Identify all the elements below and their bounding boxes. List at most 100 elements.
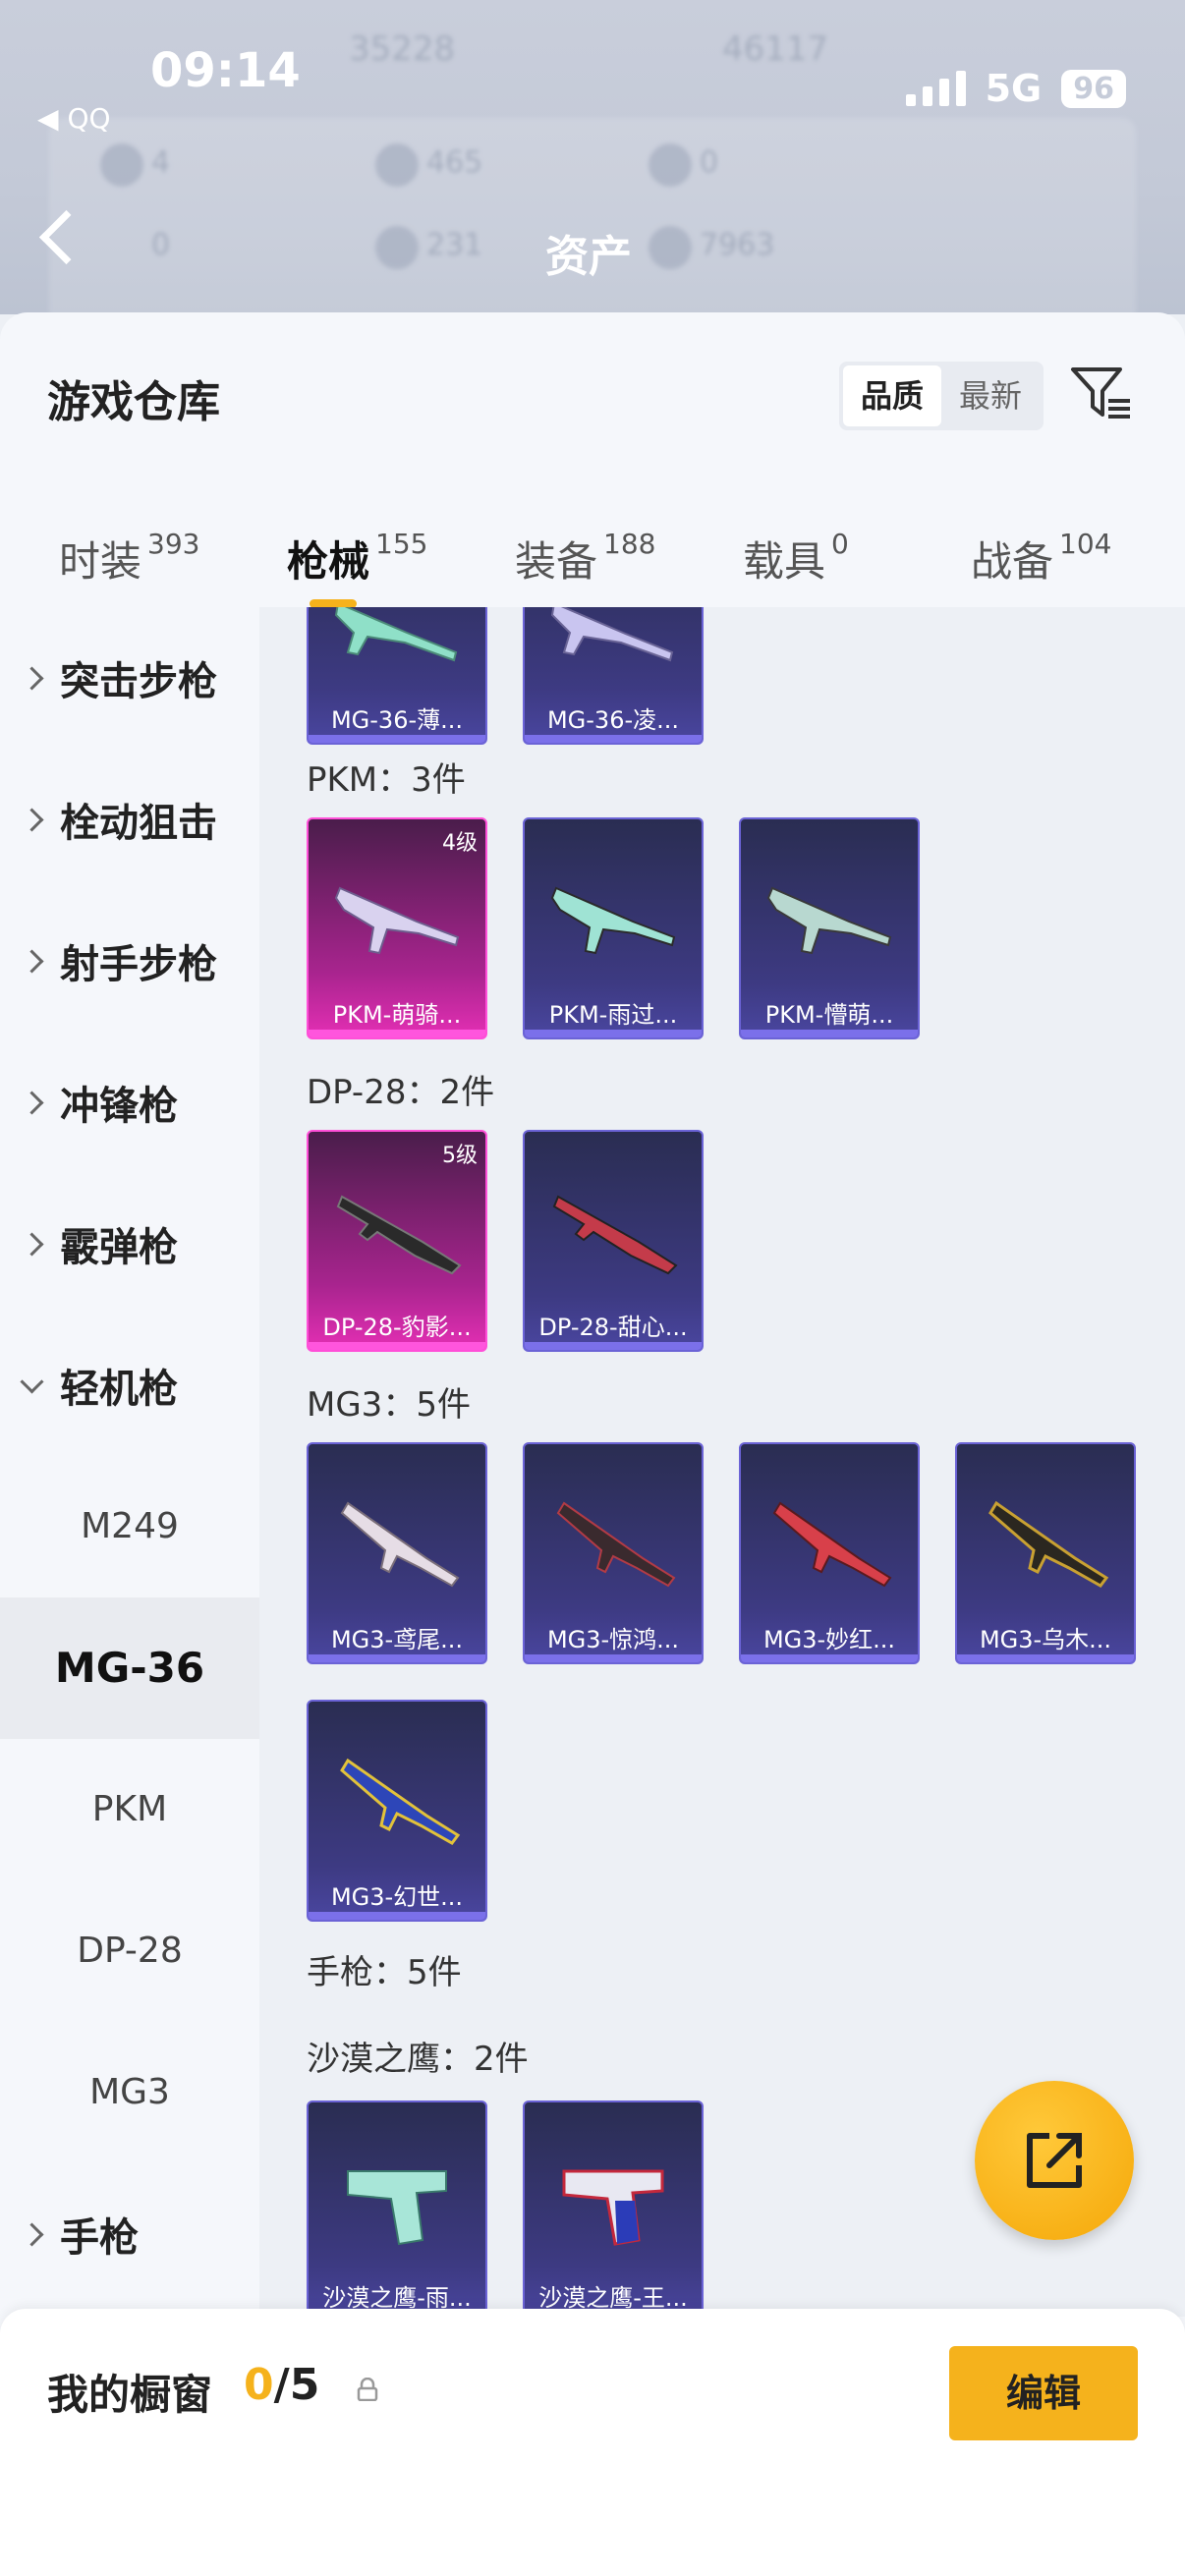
sidebar-item-label: 轻机枪: [60, 1367, 178, 1412]
group-title: 沙漠之鹰：2件: [307, 2040, 529, 2079]
sort-quality-button[interactable]: 品质: [843, 365, 941, 426]
machine-gun-icon: [334, 886, 460, 955]
asset-icon: [100, 143, 143, 187]
blurred-stat: 4: [151, 145, 171, 180]
back-to-app[interactable]: ◀ QQ: [37, 102, 111, 135]
tab-guns[interactable]: 枪械 155: [287, 528, 428, 588]
sidebar-subitem-mg3[interactable]: MG3: [0, 2022, 259, 2163]
pistol-icon: [347, 2170, 447, 2246]
weapon-card[interactable]: 4级 PKM-萌骑...: [307, 817, 487, 1039]
sidebar-subitem-pkm[interactable]: PKM: [0, 1739, 259, 1880]
machine-gun-icon: [552, 1195, 678, 1275]
tab-count: 155: [375, 528, 428, 560]
weapon-card[interactable]: MG3-乌木...: [955, 1442, 1136, 1664]
sidebar-item-lmg[interactable]: 轻机枪: [0, 1315, 259, 1456]
card-footer: [309, 735, 485, 743]
weapon-card[interactable]: 沙漠之鹰-王...: [523, 2100, 704, 2317]
sidebar-item-assault-rifle[interactable]: 突击步枪: [0, 607, 259, 749]
asset-icon: [649, 143, 692, 187]
weapon-card[interactable]: DP-28-甜心...: [523, 1130, 704, 1352]
warehouse-sheet: 游戏仓库 品质 最新 时装 393 枪械 155 装备 188 载具 0 战备 104 突…: [0, 312, 1185, 2576]
weapon-card[interactable]: MG-36-薄...: [307, 607, 487, 745]
blurred-stat: 0: [151, 228, 171, 262]
weapon-card[interactable]: 沙漠之鹰-雨...: [307, 2100, 487, 2317]
group-title: PKM：3件: [307, 760, 466, 800]
card-footer: [957, 1654, 1134, 1662]
sidebar-item-smg[interactable]: 冲锋枪: [0, 1032, 259, 1173]
sidebar-subitem-m249[interactable]: M249: [0, 1456, 259, 1597]
weapon-card[interactable]: MG3-惊鸿...: [523, 1442, 704, 1664]
weapon-card[interactable]: MG3-鸢尾...: [307, 1442, 487, 1664]
sidebar-item-label: 手枪: [60, 2215, 139, 2261]
weapon-card[interactable]: MG3-幻世...: [307, 1700, 487, 1922]
blurred-stat: 46117: [722, 29, 829, 69]
level-badge: 4级: [442, 831, 478, 856]
sort-toggle: 品质 最新: [839, 362, 1044, 430]
tab-equipment[interactable]: 装备 188: [515, 528, 656, 588]
lock-icon: [357, 2378, 378, 2401]
weapon-card[interactable]: MG3-妙红...: [739, 1442, 920, 1664]
sidebar-item-pistol[interactable]: 手枪: [0, 2163, 259, 2305]
tab-count: 188: [603, 528, 656, 560]
weapon-name: MG-36-薄...: [330, 706, 464, 734]
blurred-stat: 231: [426, 228, 483, 262]
weapon-name: DP-28-甜心...: [538, 1314, 688, 1341]
card-footer: [525, 1342, 702, 1350]
weapon-name: MG-36-凌...: [546, 706, 680, 734]
rifle-icon: [550, 607, 674, 662]
sheet-title: 游戏仓库: [47, 377, 220, 427]
blurred-stat: 7963: [700, 228, 775, 262]
weapon-name: PKM-懵萌...: [764, 1001, 894, 1029]
machine-gun-icon: [340, 1758, 461, 1845]
sidebar-item-bolt-sniper[interactable]: 栓动狙击: [0, 749, 259, 890]
sidebar-subitem-mg36[interactable]: MG-36: [0, 1597, 259, 1739]
tab-count: 104: [1059, 528, 1112, 560]
card-footer: [309, 1342, 485, 1350]
card-footer: [309, 1912, 485, 1920]
sidebar-subitem-dp28[interactable]: DP-28: [0, 1880, 259, 2022]
asset-icon: [375, 226, 419, 269]
weapon-name: MG3-惊鸿...: [546, 1626, 680, 1653]
weapon-card[interactable]: 5级 DP-28-豹影...: [307, 1130, 487, 1352]
machine-gun-icon: [340, 1501, 460, 1588]
tab-label: 枪械: [287, 537, 370, 586]
card-footer: [525, 735, 702, 743]
chevron-right-icon: [20, 807, 44, 832]
card-footer: [741, 1654, 918, 1662]
card-footer: [309, 1030, 485, 1037]
header-asset-panel: 4 465 0 0 231 7963: [49, 118, 1136, 314]
tab-vehicles[interactable]: 载具 0: [743, 528, 849, 588]
chevron-right-icon: [20, 2221, 44, 2247]
battery-icon: 96: [1061, 69, 1126, 108]
weapon-grid: MG-36-薄... MG-36-凌... PKM：3件 4级 PKM-萌骑..…: [259, 607, 1185, 2317]
tab-count: 0: [831, 528, 849, 560]
tab-tactical[interactable]: 战备 104: [971, 528, 1112, 588]
weapon-name: MG3-幻世...: [330, 1883, 464, 1911]
sidebar-item-label: 霰弹枪: [60, 1225, 178, 1270]
card-footer: [525, 1654, 702, 1662]
chevron-right-icon: [20, 1231, 44, 1257]
weapon-card[interactable]: MG-36-凌...: [523, 607, 704, 745]
machine-gun-icon: [772, 1501, 892, 1588]
sort-latest-button[interactable]: 最新: [941, 365, 1040, 426]
tab-label: 装备: [515, 537, 598, 586]
asset-icon: [375, 143, 419, 187]
filter-icon[interactable]: [1069, 362, 1132, 424]
chevron-down-icon: [20, 1369, 44, 1394]
chevron-right-icon: [20, 665, 44, 691]
chevron-right-icon: [20, 948, 44, 974]
weapon-name: PKM-萌骑...: [332, 1001, 462, 1029]
network-label: 5G: [985, 67, 1043, 110]
weapon-card[interactable]: PKM-雨过...: [523, 817, 704, 1039]
sidebar-item-dmr[interactable]: 射手步枪: [0, 890, 259, 1032]
edit-button[interactable]: 编辑: [949, 2346, 1138, 2440]
share-button[interactable]: [975, 2081, 1134, 2240]
card-footer: [741, 1030, 918, 1037]
showcase-bar: 我的橱窗 0/5 编辑: [0, 2309, 1185, 2576]
group-title: DP-28：2件: [307, 1073, 495, 1112]
weapon-card[interactable]: PKM-懵萌...: [739, 817, 920, 1039]
blurred-stat: 0: [700, 145, 719, 180]
sidebar-item-shotgun[interactable]: 霰弹枪: [0, 1173, 259, 1315]
showcase-label: 我的橱窗: [47, 2371, 213, 2419]
tab-fashion[interactable]: 时装 393: [59, 528, 199, 588]
